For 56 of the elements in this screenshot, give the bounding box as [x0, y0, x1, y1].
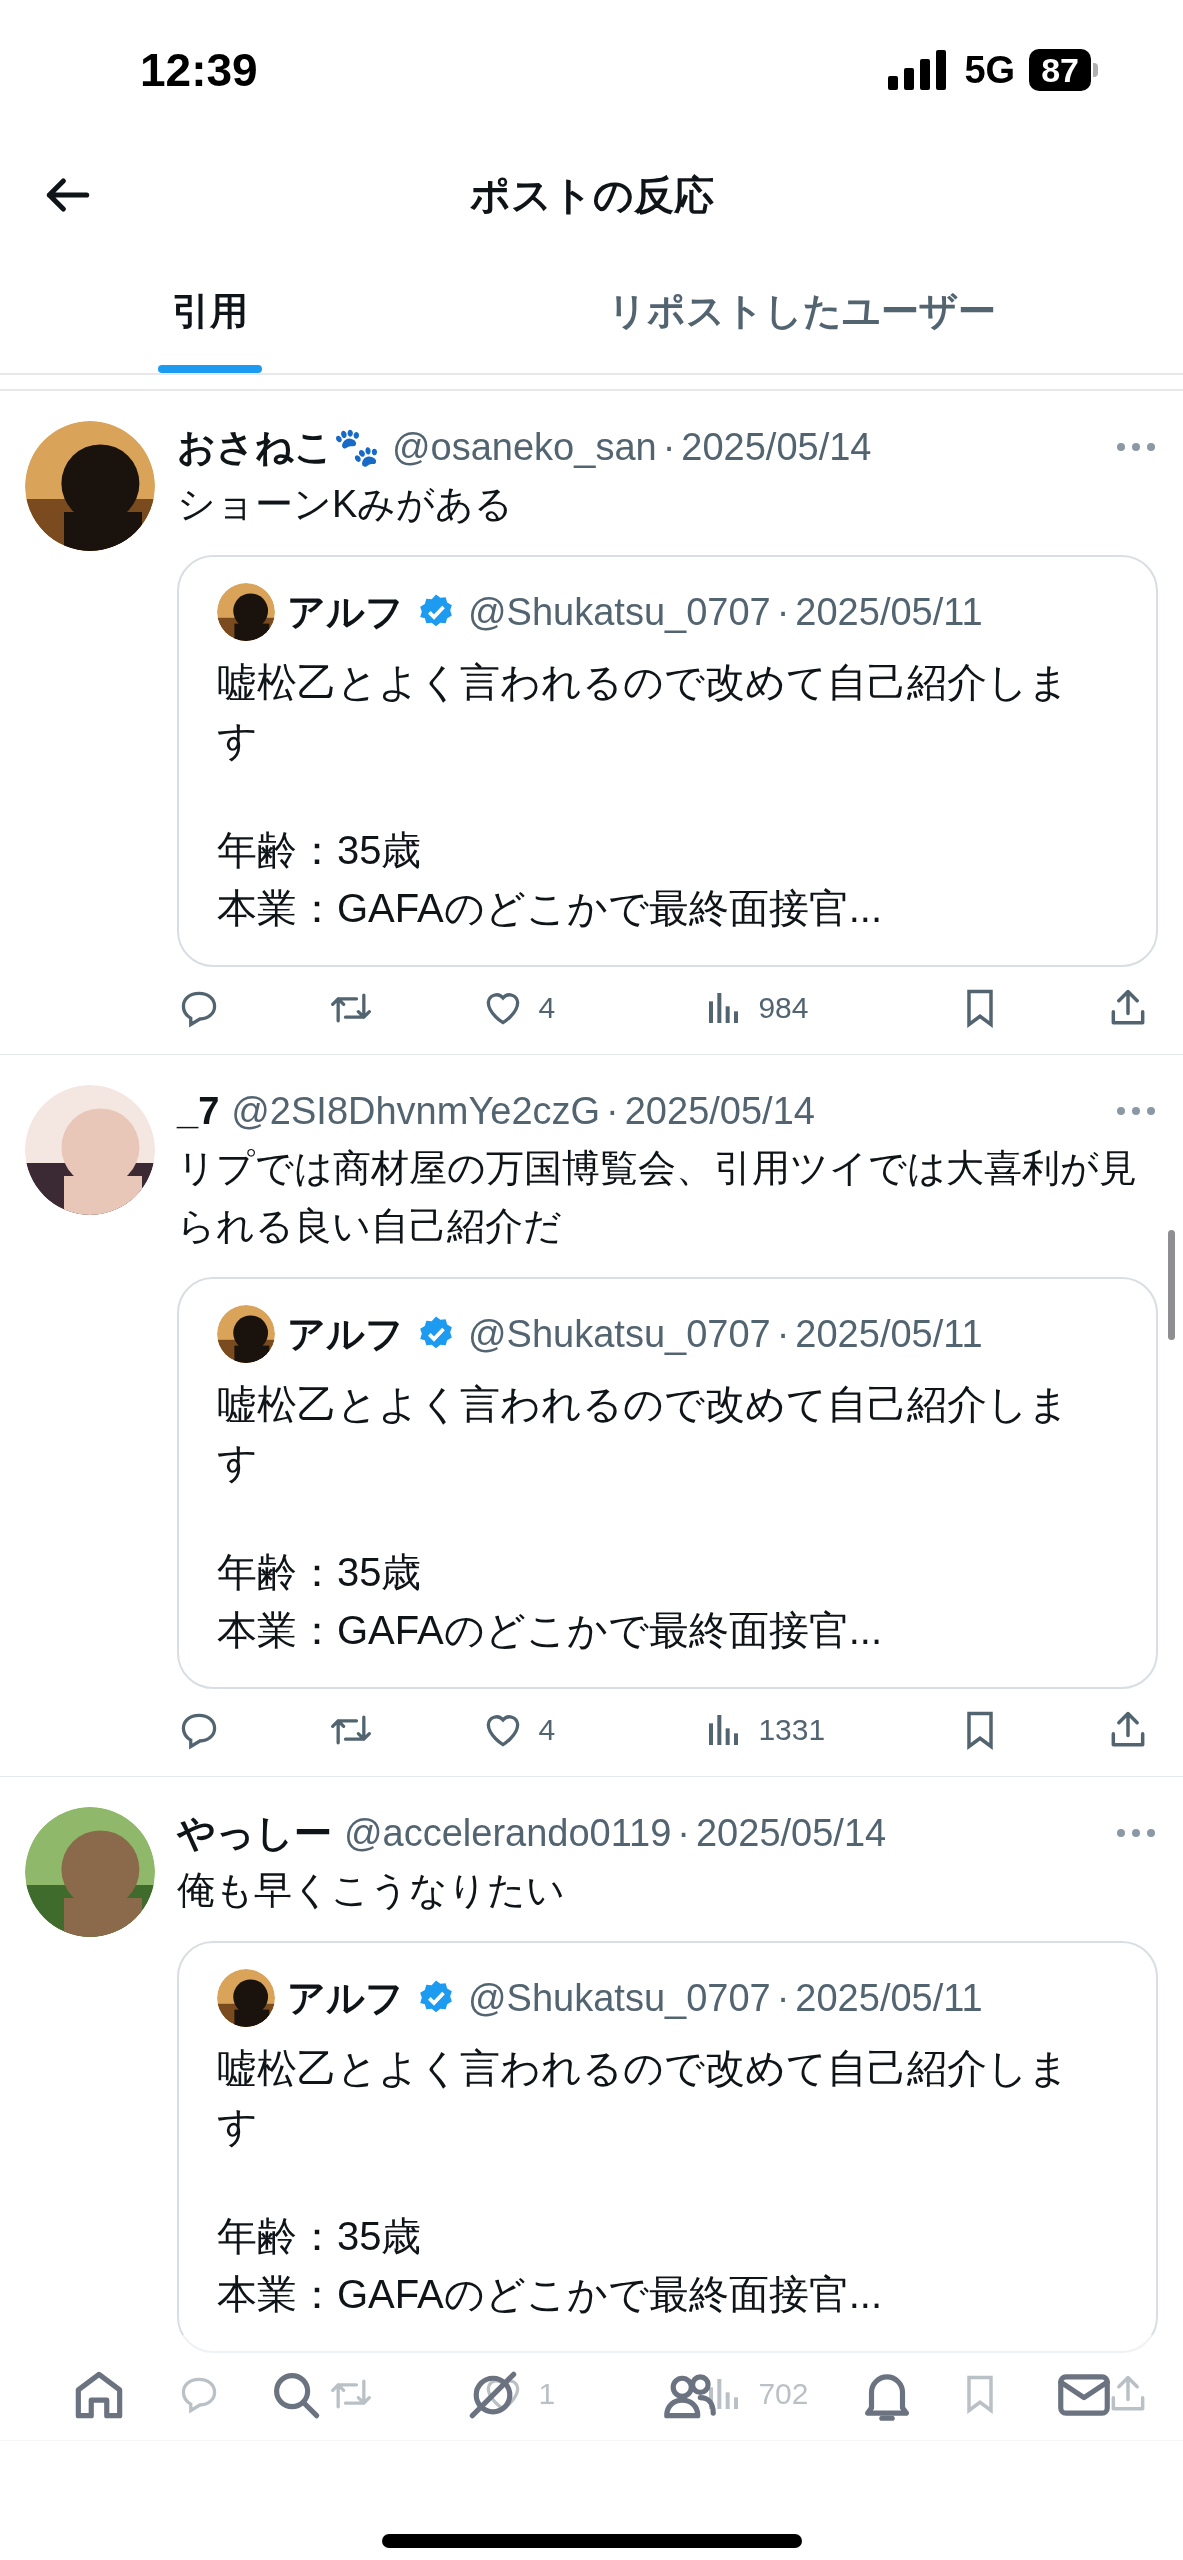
post-date: 2025/05/11: [795, 1975, 983, 2021]
post-date: 2025/05/14: [681, 425, 872, 470]
more-icon[interactable]: [1114, 440, 1158, 454]
view-count: 702: [758, 2376, 809, 2412]
post-date: 2025/05/11: [795, 589, 983, 635]
user-handle: @accelerando0119: [344, 1811, 672, 1856]
quoted-post-text: 嘘松乙とよく言われるので改めて自己紹介します: [217, 659, 1070, 764]
quoted-post-text: 本業：GAFAのどこかで最終面接官...: [217, 1607, 883, 1654]
post-text: ショーンKみがある: [177, 482, 515, 527]
tab[interactable]: リポストしたユーザー: [420, 250, 1183, 373]
tab[interactable]: 引用: [0, 250, 420, 373]
quoted-post-text: 本業：GAFAのどこかで最終面接官...: [217, 885, 883, 932]
user-name: やっしー: [177, 1811, 332, 1856]
user-handle: @Shukatsu_0707: [468, 1311, 771, 1357]
view-count: 1331: [758, 1712, 826, 1748]
scrollbar[interactable]: [1168, 1230, 1175, 1340]
like-count: 1: [538, 2376, 556, 2412]
view-count: 984: [758, 990, 809, 1026]
post-date: 2025/05/14: [696, 1811, 887, 1856]
dot-separator: ·: [677, 1811, 690, 1856]
user-handle: @Shukatsu_0707: [468, 1975, 771, 2021]
dot-separator: ·: [662, 425, 676, 470]
more-icon[interactable]: [1114, 1104, 1158, 1118]
more-icon[interactable]: [1114, 1826, 1158, 1840]
dot-separator: ·: [606, 1089, 619, 1134]
status-time: 12:39: [140, 42, 258, 98]
post-text: リプでは商材屋の万国博覧会、引用ツイでは大喜利が見られる良い自己紹介だ: [177, 1146, 1138, 1249]
quoted-post-text: 嘘松乙とよく言われるので改めて自己紹介します: [217, 1381, 1070, 1486]
like-count: 4: [538, 1712, 556, 1748]
user-name: アルフ: [287, 1311, 404, 1357]
battery-level: 87: [1029, 49, 1091, 91]
battery-tip-icon: [1093, 63, 1098, 77]
post-text: 俺も早くこうなりたい: [177, 1868, 566, 1913]
page-title: ポストの反応: [469, 172, 714, 219]
quoted-post-text: 年齢：35歳: [217, 1549, 422, 1596]
user-name: アルフ: [287, 1975, 404, 2021]
quoted-post-card[interactable]: アルフ @Shukatsu_0707·2025/05/11 嘘松乙とよく言われるので改めて自己紹介します 年齢：35歳 本業：GAFAのどこかで最終面接官...: [177, 1277, 1158, 1689]
user-name: アルフ: [287, 589, 404, 635]
user-name: _7: [177, 1089, 220, 1134]
network-label: 5G: [964, 47, 1016, 93]
quoted-post-text: 本業：GAFAのどこかで最終面接官...: [217, 2271, 883, 2318]
user-handle: @Shukatsu_0707: [468, 589, 771, 635]
dot-separator: ·: [776, 1311, 790, 1357]
like-count: 4: [538, 990, 556, 1026]
dot-separator: ·: [776, 1975, 790, 2021]
dot-separator: ·: [776, 589, 790, 635]
quoted-post-text: 年齢：35歳: [217, 2213, 422, 2260]
user-name: おさねこ🐾: [177, 425, 380, 470]
post-date: 2025/05/14: [624, 1089, 815, 1134]
post-date: 2025/05/11: [795, 1311, 983, 1357]
quoted-post-card[interactable]: アルフ @Shukatsu_0707·2025/05/11 嘘松乙とよく言われるので改めて自己紹介します 年齢：35歳 本業：GAFAのどこかで最終面接官...: [177, 1941, 1158, 2353]
quoted-post-text: 嘘松乙とよく言われるので改めて自己紹介します: [217, 2045, 1070, 2150]
user-handle: @2SI8DhvnmYe2czG: [231, 1089, 601, 1134]
quoted-post-text: 年齢：35歳: [217, 827, 422, 874]
quoted-post-card[interactable]: アルフ @Shukatsu_0707·2025/05/11 嘘松乙とよく言われるので改めて自己紹介します 年齢：35歳 本業：GAFAのどこかで最終面接官...: [177, 555, 1158, 967]
user-handle: @osaneko_san: [392, 425, 657, 470]
